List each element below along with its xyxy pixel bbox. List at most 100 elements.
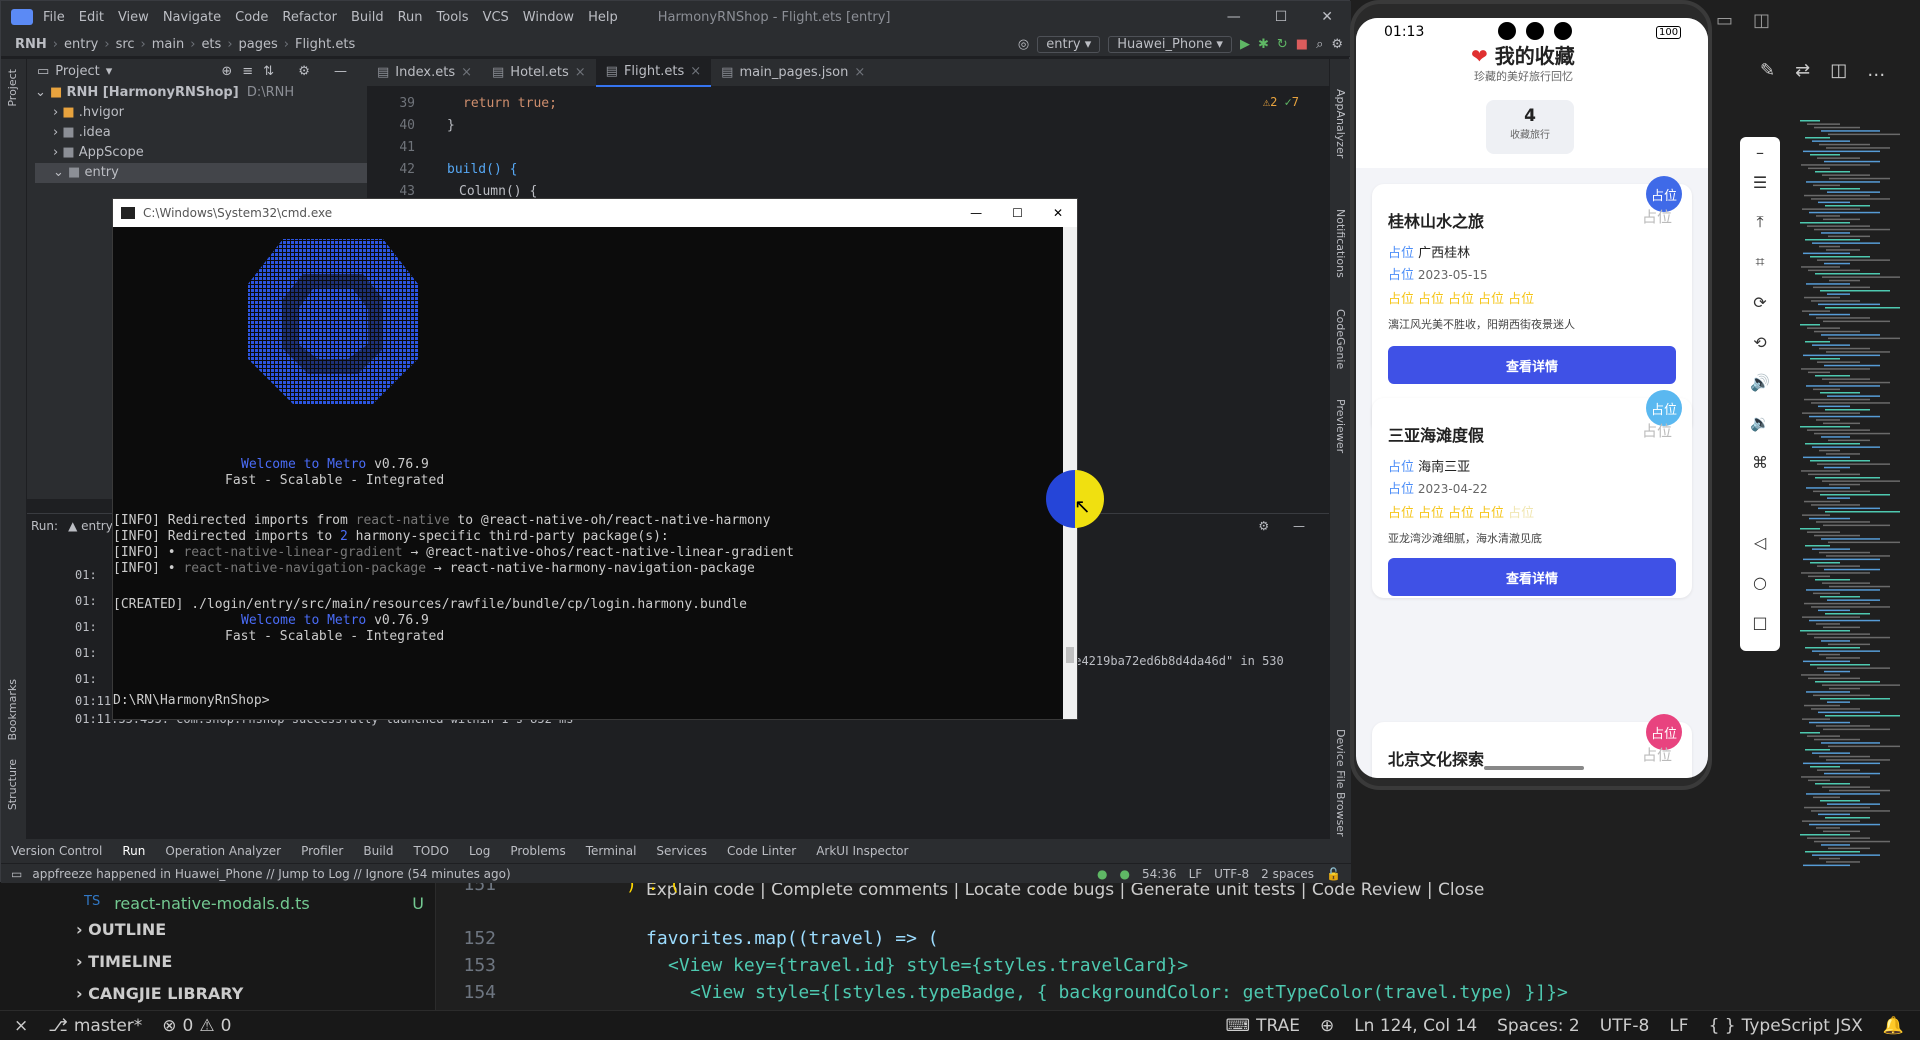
tab-close-icon[interactable]: × xyxy=(461,65,472,80)
tool-tab-run[interactable]: Run xyxy=(112,844,155,858)
rerun-icon[interactable]: ↻ xyxy=(1277,37,1288,52)
zoom-icon[interactable]: ⊕ xyxy=(1320,1016,1334,1036)
split-editor-icon[interactable]: ◫ xyxy=(1830,60,1847,81)
toolbar-rotate-alt-icon[interactable]: ⟲ xyxy=(1740,327,1780,357)
caret-position[interactable]: 54:36 xyxy=(1142,867,1177,881)
tree-item[interactable]: › ■ AppScope xyxy=(35,143,367,163)
edit-icon[interactable]: ✎ xyxy=(1760,60,1775,81)
editor-tab[interactable]: ▤ Flight.ets × xyxy=(595,58,712,87)
compare-icon[interactable]: ⇄ xyxy=(1795,60,1810,81)
tree-root[interactable]: ⌄ ■ RNH [HarmonyRNShop] D:\RNH xyxy=(35,83,367,103)
eol[interactable]: LF xyxy=(1669,1016,1688,1036)
tree-item[interactable]: › ■ .idea xyxy=(35,123,367,143)
tool-tab-code-linter[interactable]: Code Linter xyxy=(717,844,806,858)
tool-tab-todo[interactable]: TODO xyxy=(403,844,458,858)
encoding[interactable]: UTF-8 xyxy=(1600,1016,1650,1036)
layout-icon[interactable]: ▭ xyxy=(1716,10,1733,31)
menu-file[interactable]: File xyxy=(43,10,65,25)
cmd-scroll-thumb[interactable] xyxy=(1066,647,1074,663)
breadcrumb-item[interactable]: Flight.ets xyxy=(295,37,355,52)
notifications-icon[interactable]: 🔔 xyxy=(1883,1016,1904,1036)
project-view-select[interactable]: Project xyxy=(55,64,99,79)
run-tab[interactable]: ▲ entry xyxy=(68,519,113,533)
breadcrumb-item[interactable]: main xyxy=(152,37,184,52)
editor-tab[interactable]: ▤ main_pages.json × xyxy=(711,59,875,87)
travel-card[interactable]: 占位 占位 三亚海滩度假 占位 海南三亚 占位 2023-04-22 占位 占位占… xyxy=(1372,390,1692,598)
toolbar-volume-up-icon[interactable]: 🔊 xyxy=(1740,367,1780,397)
travel-card[interactable]: 占位 占位 桂林山水之旅 占位 广西桂林 占位 2023-05-15 占位 占位占… xyxy=(1372,176,1692,434)
breadcrumb-item[interactable]: pages xyxy=(239,37,278,52)
bookmarks-tool-button[interactable]: Bookmarks xyxy=(6,679,19,740)
run-panel-settings-icon[interactable]: ⚙ — xyxy=(1258,519,1315,533)
close-button[interactable]: ✕ xyxy=(1321,9,1333,25)
menu-code[interactable]: Code xyxy=(235,10,268,25)
editor-tab[interactable]: ▤ Hotel.ets × xyxy=(482,59,596,87)
breadcrumb-item[interactable]: RNH xyxy=(15,37,47,52)
menu-edit[interactable]: Edit xyxy=(79,10,104,25)
settings-icon[interactable]: ⚙ xyxy=(1331,37,1343,52)
trae-status[interactable]: ⌨ TRAE xyxy=(1226,1016,1300,1036)
debug-icon[interactable]: ✱ xyxy=(1258,37,1269,52)
cmd-close-button[interactable]: ✕ xyxy=(1053,206,1063,220)
tool-tab-problems[interactable]: Problems xyxy=(500,844,575,858)
target-icon[interactable]: ◎ xyxy=(1018,37,1029,52)
tree-item[interactable]: ⌄ ■ entry xyxy=(35,163,367,183)
editor-tab[interactable]: ▤ Index.ets × xyxy=(367,59,482,87)
cursor-position[interactable]: Ln 124, Col 14 xyxy=(1354,1016,1477,1036)
minimize-button[interactable]: — xyxy=(1227,9,1241,25)
toolbar-volume-down-icon[interactable]: 🔉 xyxy=(1740,407,1780,437)
phone-screen[interactable]: 01:13 100 ❤ 我的收藏 珍藏的美好旅行回忆 4 收藏旅行 占位 占位 … xyxy=(1356,18,1708,778)
problems-indicator[interactable]: ⊗ 0 ⚠ 0 xyxy=(162,1016,231,1036)
device-file-browser-tool[interactable]: Device File Browser xyxy=(1334,729,1347,837)
split-icon[interactable]: ◫ xyxy=(1753,10,1770,31)
toolbar-pin-icon[interactable]: ⤒ xyxy=(1740,207,1780,237)
tab-close-icon[interactable]: × xyxy=(690,64,701,79)
breadcrumb-item[interactable]: ets xyxy=(201,37,221,52)
more-icon[interactable]: … xyxy=(1867,60,1885,81)
project-tool-button[interactable]: Project xyxy=(6,69,19,107)
toolbar-shake-icon[interactable]: ⌘ xyxy=(1740,447,1780,477)
remote-icon[interactable]: ⨯ xyxy=(14,1016,28,1036)
indent-setting[interactable]: 2 spaces xyxy=(1261,867,1314,881)
language-mode[interactable]: { } TypeScript JSX xyxy=(1709,1016,1863,1036)
tool-tab-log[interactable]: Log xyxy=(459,844,500,858)
inspection-widget[interactable]: ⚠2 ✓7 xyxy=(1263,95,1299,109)
cmd-console[interactable]: Welcome to Metro v0.76.9 Fast - Scalable… xyxy=(113,227,1063,719)
cmd-minimize-button[interactable]: — xyxy=(970,206,982,220)
run-config-select[interactable]: entry ▾ xyxy=(1037,36,1101,53)
structure-tool-button[interactable]: Structure xyxy=(6,759,19,810)
breadcrumb-item[interactable]: entry xyxy=(64,37,98,52)
git-branch[interactable]: ⎇ master* xyxy=(48,1016,142,1036)
menu-refactor[interactable]: Refactor xyxy=(282,10,337,25)
tool-tab-services[interactable]: Services xyxy=(646,844,717,858)
toolbar-recents-icon[interactable]: □ xyxy=(1740,607,1780,637)
menu-navigate[interactable]: Navigate xyxy=(163,10,221,25)
lock-icon[interactable]: 🔓 xyxy=(1326,867,1341,881)
ai-actions-bar[interactable]: Explain code | Complete comments | Locat… xyxy=(646,880,1484,900)
run-icon[interactable]: ▶ xyxy=(1240,37,1250,52)
toolbar-home-icon[interactable]: ○ xyxy=(1740,567,1780,597)
minimap[interactable] xyxy=(1790,120,1920,880)
tool-tab-version-control[interactable]: Version Control xyxy=(1,844,112,858)
tree-item[interactable]: › ■ .hvigor xyxy=(35,103,367,123)
menu-vcs[interactable]: VCS xyxy=(483,10,509,25)
tool-tab-profiler[interactable]: Profiler xyxy=(291,844,353,858)
search-icon[interactable]: ⌕ xyxy=(1316,37,1323,52)
menu-run[interactable]: Run xyxy=(398,10,423,25)
menu-window[interactable]: Window xyxy=(523,10,574,25)
home-indicator[interactable] xyxy=(1484,766,1584,770)
breadcrumb-item[interactable]: src xyxy=(116,37,135,52)
line-separator[interactable]: LF xyxy=(1189,867,1203,881)
cangjie-library-section[interactable]: › CANGJIE LIBRARY xyxy=(76,984,243,1003)
view-details-button[interactable]: 查看详情 xyxy=(1388,346,1676,384)
toolbar-screenshot-icon[interactable]: ⌗ xyxy=(1740,247,1780,277)
menu-view[interactable]: View xyxy=(118,10,149,25)
device-select[interactable]: Huawei_Phone ▾ xyxy=(1108,36,1232,53)
previewer-tool[interactable]: Previewer xyxy=(1334,399,1347,453)
vscode-editor[interactable]: Explain code | Complete comments | Locat… xyxy=(436,874,1920,1020)
toolbar-menu-icon[interactable]: ☰ xyxy=(1740,167,1780,197)
appanalyzer-tool[interactable]: AppAnalyzer xyxy=(1334,89,1347,158)
status-message[interactable]: appfreeze happened in Huawei_Phone // Ju… xyxy=(32,867,510,881)
maximize-button[interactable]: ☐ xyxy=(1275,9,1288,25)
menu-help[interactable]: Help xyxy=(588,10,618,25)
